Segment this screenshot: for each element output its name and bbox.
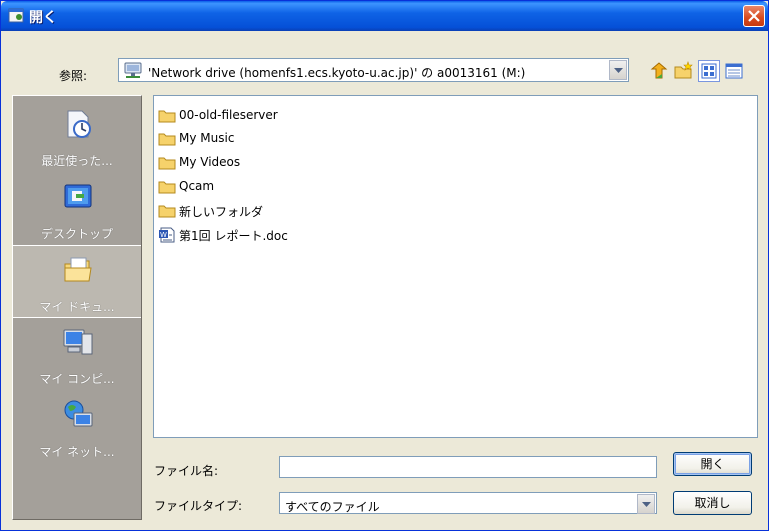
places-bar: 最近使った... デスクトップ マイ ドキュ... マイ コンピ... マイ ネ… [12, 95, 142, 520]
place-desktop[interactable]: デスクトップ [13, 173, 141, 246]
filetype-dropdown-button[interactable] [637, 494, 655, 514]
up-folder-icon [650, 62, 668, 79]
up-one-level-button[interactable] [648, 60, 670, 82]
file-name: 00-old-fileserver [179, 108, 278, 122]
details-view-icon [725, 63, 743, 79]
lookin-combo[interactable]: 'Network drive (homenfs1.ecs.kyoto-u.ac.… [118, 58, 629, 82]
place-label: 最近使った... [41, 154, 113, 168]
lookin-dropdown-button[interactable] [609, 60, 627, 80]
new-folder-icon [674, 61, 693, 79]
filetype-label: ファイルタイプ: [154, 499, 243, 513]
file-name: 第1回 レポート.doc [179, 229, 288, 243]
filetype-combo[interactable]: すべてのファイル [279, 492, 657, 514]
view-menu-icon [701, 63, 717, 79]
place-label: マイ コンピ... [39, 372, 115, 386]
folder-icon [158, 181, 176, 194]
network-drive-icon [124, 62, 142, 78]
place-network[interactable]: マイ ネット... [13, 391, 141, 464]
place-my-documents[interactable]: マイ ドキュ... [13, 245, 141, 318]
view-menu-button[interactable] [698, 60, 720, 82]
file-name: My Music [179, 131, 235, 145]
folder-icon [158, 133, 176, 146]
word-document-icon: W [159, 227, 175, 243]
details-view-button[interactable] [723, 60, 745, 82]
my-computer-icon [63, 329, 93, 355]
folder-icon [158, 110, 176, 123]
file-list[interactable]: 00-old-fileserver My Music My Videos Qca… [153, 95, 758, 438]
file-name: Qcam [179, 179, 215, 193]
chevron-down-icon [614, 68, 623, 73]
lookin-value: 'Network drive (homenfs1.ecs.kyoto-u.ac.… [148, 66, 526, 80]
new-folder-button[interactable] [673, 60, 695, 82]
recent-clock-icon [67, 110, 91, 138]
svg-text:W: W [160, 231, 167, 239]
lookin-label: 参照: [59, 69, 88, 83]
folder-icon [158, 157, 176, 170]
open-dialog: 開く 参照: 'Network drive (homenfs1.ecs.kyot… [0, 0, 769, 531]
place-my-computer[interactable]: マイ コンピ... [13, 318, 141, 391]
close-icon [748, 10, 760, 22]
close-button[interactable] [743, 5, 765, 27]
desktop-icon [64, 184, 92, 208]
filetype-value: すべてのファイル [285, 500, 380, 514]
filename-input[interactable] [279, 456, 657, 478]
dialog-app-icon [8, 8, 24, 23]
my-documents-icon [64, 257, 92, 282]
place-label: マイ ドキュ... [39, 300, 115, 314]
file-name: 新しいフォルダ [179, 205, 264, 219]
network-places-icon [64, 400, 93, 427]
dialog-title: 開く [29, 10, 57, 26]
title-bar[interactable]: 開く [1, 1, 768, 31]
place-recent[interactable]: 最近使った... [13, 100, 141, 173]
folder-icon [158, 205, 176, 218]
filename-label: ファイル名: [154, 464, 219, 478]
place-label: マイ ネット... [39, 445, 115, 459]
chevron-down-icon [642, 502, 651, 507]
place-label: デスクトップ [40, 227, 113, 241]
file-name: My Videos [179, 155, 241, 169]
open-button[interactable]: 開く [673, 452, 752, 476]
cancel-button[interactable]: 取消し [673, 491, 752, 515]
